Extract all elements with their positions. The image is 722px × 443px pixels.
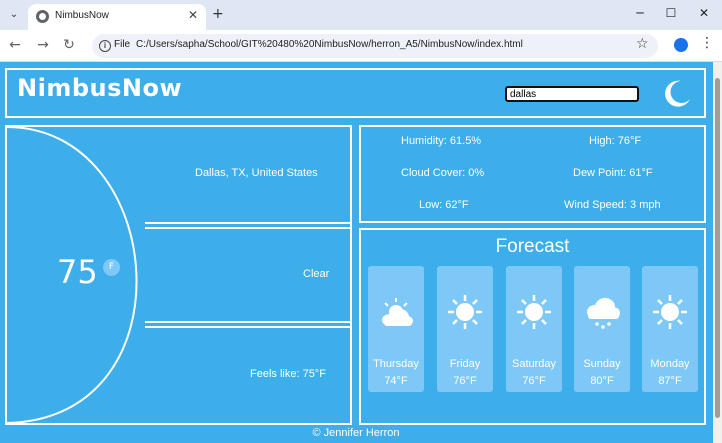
current-temperature: 75 xyxy=(57,253,98,291)
tab-search-icon[interactable]: ⌄ xyxy=(6,7,22,23)
high-stat: High: 76°F xyxy=(589,135,642,147)
forecast-day-name: Saturday xyxy=(511,358,557,370)
address-bar[interactable]: i File C:/Users/sapha/School/GIT%20480%2… xyxy=(92,34,658,58)
cloud-cover-stat: Cloud Cover: 0% xyxy=(401,167,485,179)
forecast-day-card[interactable]: Sunday 80°F xyxy=(574,266,630,392)
forecast-day-card[interactable]: Friday 76°F xyxy=(437,266,493,392)
sun-icon xyxy=(517,295,551,329)
profile-avatar-icon[interactable] xyxy=(674,38,688,52)
forward-icon[interactable]: → xyxy=(34,37,52,53)
forecast-day-temp: 80°F xyxy=(590,375,614,387)
unit-toggle-button[interactable]: F xyxy=(103,259,120,276)
forecast-day-card[interactable]: Thursday 74°F xyxy=(368,266,424,392)
rain-cloud-icon xyxy=(587,298,620,329)
forecast-day-name: Monday xyxy=(650,358,690,370)
partly-cloudy-icon xyxy=(382,298,413,326)
bookmark-star-icon[interactable]: ☆ xyxy=(636,36,649,52)
app-header: NimbusNow xyxy=(5,68,706,118)
sun-icon xyxy=(448,295,482,329)
dew-point-stat: Dew Point: 61°F xyxy=(573,167,653,179)
forecast-day-temp: 74°F xyxy=(384,375,408,387)
close-tab-icon[interactable]: ✕ xyxy=(188,8,198,22)
more-menu-icon[interactable]: ⋮ xyxy=(700,35,714,51)
browser-toolbar: ← → ↻ i File C:/Users/sapha/School/GIT%2… xyxy=(0,30,722,62)
maximize-icon[interactable]: ☐ xyxy=(661,6,681,20)
minimize-icon[interactable]: ─ xyxy=(630,6,650,20)
feels-like-label: Feels like: 75°F xyxy=(250,368,326,380)
moon-icon[interactable] xyxy=(661,78,693,110)
browser-tab[interactable]: NimbusNow ✕ xyxy=(28,4,206,30)
location-label: Dallas, TX, United States xyxy=(195,167,318,179)
wind-speed-stat: Wind Speed: 3 mph xyxy=(564,199,661,211)
sun-icon xyxy=(653,295,687,329)
browser-tab-bar: ⌄ NimbusNow ✕ + ─ ☐ ✕ xyxy=(0,0,722,30)
forecast-day-temp: 76°F xyxy=(522,375,546,387)
back-icon[interactable]: ← xyxy=(6,37,24,53)
forecast-day-name: Friday xyxy=(449,358,481,370)
forecast-day-temp: 87°F xyxy=(658,375,682,387)
forecast-day-card[interactable]: Monday 87°F xyxy=(642,266,698,392)
app-logo[interactable]: NimbusNow xyxy=(17,74,182,102)
current-weather-panel: 75 F Dallas, TX, United States Clear Fee… xyxy=(5,125,352,425)
footer-credit: © Jennifer Herron xyxy=(312,427,400,439)
close-window-icon[interactable]: ✕ xyxy=(694,6,714,20)
humidity-stat: Humidity: 61.5% xyxy=(401,135,482,147)
scrollbar-thumb[interactable] xyxy=(715,78,720,418)
forecast-day-card[interactable]: Saturday 76°F xyxy=(506,266,562,392)
forecast-panel: Forecast Thursday 74°F Friday 76°F Satur… xyxy=(359,228,706,425)
forecast-title: Forecast xyxy=(495,236,570,257)
url-scheme-chip: File xyxy=(114,39,131,50)
condition-label: Clear xyxy=(303,268,330,280)
tab-title: NimbusNow xyxy=(55,10,109,21)
new-tab-icon[interactable]: + xyxy=(212,6,224,22)
globe-icon xyxy=(36,10,49,23)
url-text[interactable]: C:/Users/sapha/School/GIT%20480%20Nimbus… xyxy=(136,39,523,50)
forecast-day-name: Sunday xyxy=(583,358,621,370)
forecast-day-temp: 76°F xyxy=(453,375,477,387)
weather-stats-panel: Humidity: 61.5% High: 76°F Cloud Cover: … xyxy=(359,125,706,223)
city-search-input[interactable] xyxy=(505,86,639,102)
forecast-day-name: Thursday xyxy=(373,358,419,370)
reload-icon[interactable]: ↻ xyxy=(60,37,78,53)
info-icon[interactable]: i xyxy=(99,40,111,52)
low-stat: Low: 62°F xyxy=(419,199,469,211)
page-scrollbar[interactable] xyxy=(713,62,722,443)
